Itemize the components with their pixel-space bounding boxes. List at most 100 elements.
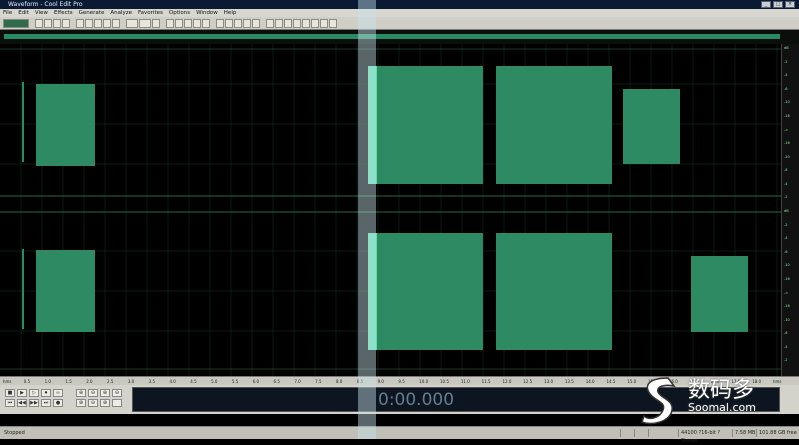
timeline-label: 9.0 <box>377 379 384 384</box>
tool-button[interactable] <box>302 18 310 28</box>
zoom-out-horizontal-button[interactable]: ⊖ <box>88 389 98 397</box>
redo-button[interactable] <box>139 18 151 28</box>
scale-label: -2 <box>784 358 788 363</box>
maximize-button[interactable]: □ <box>773 1 783 8</box>
zoom-out-vertical-button[interactable]: ⊖ <box>112 389 122 397</box>
menu-favorites[interactable]: Favorites <box>138 9 163 17</box>
tool-button[interactable] <box>216 18 224 28</box>
soomal-logo-icon <box>641 377 676 425</box>
scale-label: -10 <box>784 263 790 268</box>
tool-button[interactable] <box>266 18 274 28</box>
tool-button[interactable] <box>184 18 192 28</box>
timeline-label: 13.5 <box>564 379 574 384</box>
close-file-button[interactable] <box>62 18 70 28</box>
zoom-left-button[interactable]: ⊕ <box>76 399 86 407</box>
play-to-end-button[interactable]: ▷ <box>29 389 39 397</box>
scale-label: -4 <box>784 236 788 241</box>
trim-button[interactable] <box>112 18 120 28</box>
paste-button[interactable] <box>94 18 102 28</box>
tool-button[interactable] <box>320 18 328 28</box>
wave-noise-burst <box>623 89 680 164</box>
waveform-display[interactable]: dB -2 -4 -6 -10 -16 -∞ -16 -10 -6 -4 -2 dB -2 -4 -6 -10 -… <box>0 44 799 376</box>
stop-button[interactable]: ■ <box>5 389 15 397</box>
go-to-start-button[interactable]: ⏮ <box>5 399 15 407</box>
menu-generate[interactable]: Generate <box>79 9 105 17</box>
menu-effects[interactable]: Effects <box>54 9 73 17</box>
tool-button[interactable] <box>275 18 283 28</box>
tool-button[interactable] <box>166 18 174 28</box>
waveform-canvas[interactable] <box>0 44 781 376</box>
zoom-in-horizontal-button[interactable]: ⊕ <box>76 389 86 397</box>
window-title: Waveform - Cool Edit Pro <box>8 1 83 8</box>
zoom-right-button[interactable]: ⊖ <box>88 399 98 407</box>
time-display-value: 0:00.000 <box>378 390 455 410</box>
tool-button[interactable] <box>234 18 242 28</box>
tool-button[interactable] <box>311 18 319 28</box>
timeline-label: 8.0 <box>335 379 343 384</box>
timeline-label: 15.0 <box>627 379 637 384</box>
minimize-button[interactable]: _ <box>761 1 771 8</box>
close-button[interactable]: × <box>785 1 795 8</box>
menu-file[interactable]: File <box>3 9 12 17</box>
wave-noise-burst <box>36 84 95 166</box>
loop-button[interactable]: ∞ <box>53 389 63 397</box>
cut-button[interactable] <box>76 18 84 28</box>
toolbar <box>0 17 799 30</box>
timeline-label: 6.0 <box>252 379 260 384</box>
save-file-button[interactable] <box>53 18 61 28</box>
multitrack-toggle-button[interactable] <box>3 18 29 28</box>
amplitude-scale: dB -2 -4 -6 -10 -16 -∞ -16 -10 -6 -4 -2 dB -2 -4 -6 -10 -… <box>781 44 799 376</box>
undo-button[interactable] <box>126 18 138 28</box>
tool-button[interactable] <box>225 18 233 28</box>
mix-paste-button[interactable] <box>103 18 111 28</box>
scale-label: -10 <box>784 154 790 159</box>
scale-label: -6 <box>784 331 788 336</box>
zoom-selection-button[interactable]: ⊕ <box>100 399 110 407</box>
menu-view[interactable]: View <box>35 9 48 17</box>
timeline-label: 2.5 <box>107 379 114 384</box>
scale-label: -∞ <box>784 290 789 295</box>
scale-label: -4 <box>784 73 788 78</box>
tool-button[interactable] <box>243 18 251 28</box>
rewind-button[interactable]: ◀◀ <box>17 399 27 407</box>
tool-button[interactable] <box>193 18 201 28</box>
scale-label: -16 <box>784 304 790 309</box>
zoom-full-button[interactable] <box>112 399 122 407</box>
status-free-space: 101.88 GB free <box>756 429 799 437</box>
tool-button[interactable] <box>175 18 183 28</box>
menu-bar: File Edit View Effects Generate Analyze … <box>0 9 799 17</box>
timeline-label: 4.0 <box>169 379 176 384</box>
waveform-overview-bar[interactable] <box>0 30 799 44</box>
window-controls: _ □ × <box>761 1 795 8</box>
scale-label: -2 <box>784 59 788 64</box>
record-button[interactable]: ● <box>53 399 63 407</box>
repeat-button[interactable] <box>152 18 160 28</box>
scale-label: -2 <box>784 195 788 200</box>
scale-label: -∞ <box>784 127 789 132</box>
timeline-label: 4.5 <box>190 379 197 384</box>
wave-click <box>22 82 24 162</box>
menu-options[interactable]: Options <box>169 9 190 17</box>
tool-button[interactable] <box>293 18 301 28</box>
timeline-label: 2.0 <box>86 379 93 384</box>
timeline-label: 0.5 <box>23 379 31 384</box>
tool-button[interactable] <box>252 18 260 28</box>
zoom-in-vertical-button[interactable]: ⊕ <box>100 389 110 397</box>
new-file-button[interactable] <box>35 18 43 28</box>
tool-button[interactable] <box>329 18 337 28</box>
menu-help[interactable]: Help <box>224 9 237 17</box>
menu-analyze[interactable]: Analyze <box>110 9 132 17</box>
overview-range <box>4 34 780 39</box>
go-to-end-button[interactable]: ⏭ <box>41 399 51 407</box>
fast-forward-button[interactable]: ▶▶ <box>29 399 39 407</box>
play-button[interactable]: ▶ <box>17 389 27 397</box>
scale-label: -16 <box>784 113 790 118</box>
tool-button[interactable] <box>284 18 292 28</box>
copy-button[interactable] <box>85 18 93 28</box>
open-file-button[interactable] <box>44 18 52 28</box>
menu-edit[interactable]: Edit <box>18 9 29 17</box>
tool-button[interactable] <box>202 18 210 28</box>
pause-button[interactable]: ⏺ <box>41 389 51 397</box>
menu-window[interactable]: Window <box>196 9 218 17</box>
timeline-label: 10.5 <box>440 379 449 384</box>
